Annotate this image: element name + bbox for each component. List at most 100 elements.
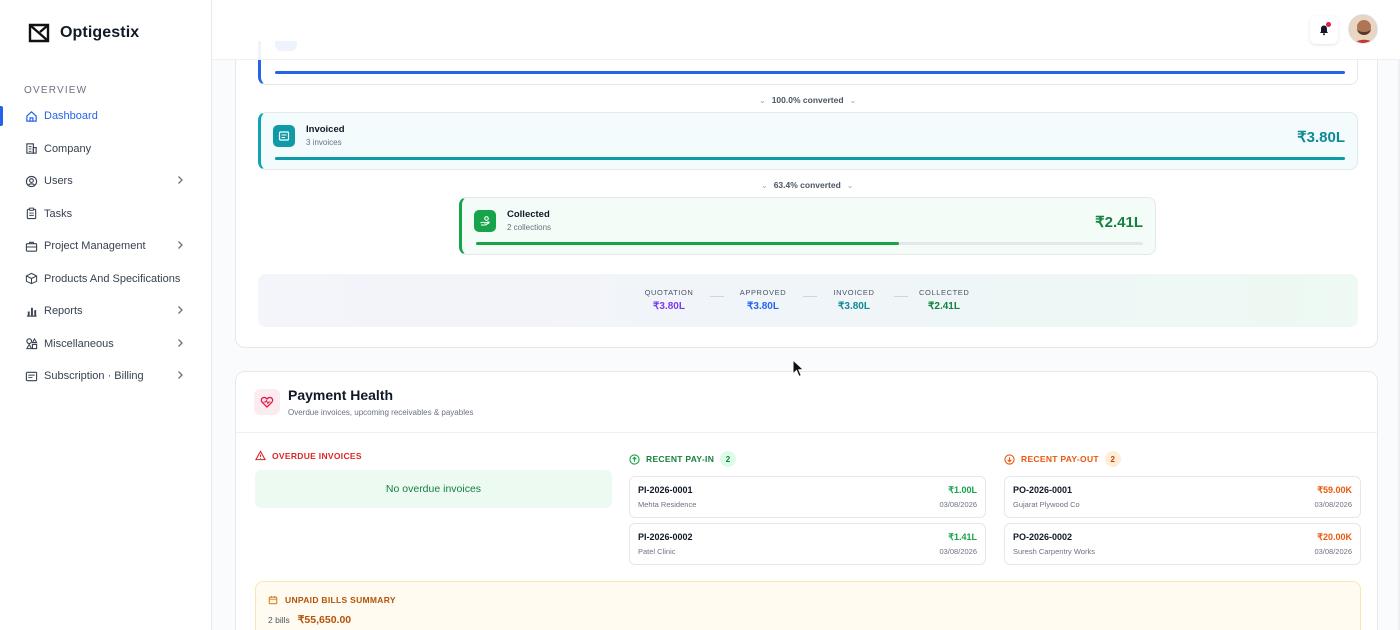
summary-quotation: QUOTATION ₹3.80L [644,288,694,312]
payout-date: 03/08/2026 [1314,500,1352,509]
sidebar-item-label: Project Management [44,240,146,253]
payin-count-badge: 2 [720,451,737,467]
unpaid-amount: ₹55,650.00 [297,614,352,626]
clipboard-icon [24,207,38,221]
sidebar-item-subscription-billing[interactable]: Subscription · Billing [0,360,211,393]
payout-amount: ₹20.00K [1317,532,1352,542]
payin-date: 03/08/2026 [939,500,977,509]
sidebar-item-label: Company [44,142,92,155]
sidebar-item-users[interactable]: Users [0,165,211,198]
summary-invoiced: INVOICED ₹3.80L [829,288,879,312]
summary-value: ₹2.41L [928,301,960,312]
payin-item[interactable]: PI-2026-0002 Patel Clinic ₹1.41L 03/08/2… [629,523,986,565]
payout-id: PO-2026-0001 [1013,485,1073,495]
receipt-icon [24,369,38,383]
stage-value: ₹2.41L [1095,214,1143,231]
sidebar-item-reports[interactable]: Reports [0,295,211,328]
collected-progress-fill [476,242,899,245]
arrow-icon [894,296,908,297]
chevron-right-icon [178,176,183,184]
invoiced-progress-track [275,157,1345,160]
sidebar-item-label: Products And Specifications [44,272,181,285]
unpaid-header: UNPAID BILLS SUMMARY [268,595,396,605]
conversion-text: 63.4% converted [773,180,841,190]
sidebar: Optigestix OVERVIEW Dashboard Company Us… [0,0,212,630]
summary-label: APPROVED [739,288,787,297]
calendar-icon [268,596,278,605]
payin-id: PI-2026-0001 [638,485,693,495]
payin-item[interactable]: PI-2026-0001 Mehta Residence ₹1.00L 03/0… [629,476,986,518]
box-icon [24,272,38,286]
logo-icon [28,23,50,43]
payout-item[interactable]: PO-2026-0001 Gujarat Plywood Co ₹59.00K … [1004,476,1361,518]
briefcase-icon [24,239,38,253]
brand[interactable]: Optigestix [28,22,139,44]
sidebar-item-miscellaneous[interactable]: Miscellaneous [0,328,211,361]
unpaid-bill-count: 2 bills [268,615,290,625]
chevron-down-icon: ⌄ [759,95,766,105]
sidebar-item-company[interactable]: Company [0,133,211,166]
home-icon [24,109,38,123]
stage-value: ₹3.80L [1297,129,1345,146]
sidebar-item-label: Reports [44,305,83,318]
unpaid-bills-summary[interactable]: UNPAID BILLS SUMMARY 2 bills ₹55,650.00 [255,581,1361,630]
summary-value: ₹3.80L [653,301,685,312]
collection-icon [474,210,496,232]
payout-id: PO-2026-0002 [1013,532,1073,542]
funnel-summary-strip: QUOTATION ₹3.80L APPROVED ₹3.80L INVOICE… [258,274,1358,327]
payout-item[interactable]: PO-2026-0002 Suresh Carpentry Works ₹20.… [1004,523,1361,565]
sidebar-item-label: Tasks [44,207,73,220]
payin-party: Mehta Residence [638,500,697,509]
building-icon [24,142,38,156]
payout-party: Gujarat Plywood Co [1013,500,1080,509]
section-subtitle: Overdue invoices, upcoming receivables &… [288,408,474,417]
payin-date: 03/08/2026 [939,547,977,556]
bar-chart-icon [24,304,38,318]
sidebar-nav: Dashboard Company Users Tasks Project Ma… [0,100,211,393]
sidebar-item-products[interactable]: Products And Specifications [0,263,211,296]
payout-label: RECENT PAY-OUT [1021,454,1099,464]
payout-header: RECENT PAY-OUT 2 [1004,451,1121,467]
conversion-text: 100.0% converted [771,95,844,105]
invoiced-progress-fill [275,157,1345,160]
payment-health-card: Payment Health Overdue invoices, upcomin… [235,371,1378,630]
chevron-right-icon [178,306,183,314]
payout-count-badge: 2 [1104,451,1121,467]
summary-label: COLLECTED [919,288,970,297]
chevron-right-icon [178,371,183,379]
stage-subtitle: 2 collections [507,223,552,232]
avatar[interactable] [1348,14,1378,44]
sidebar-item-dashboard[interactable]: Dashboard [0,100,211,133]
summary-label: QUOTATION [644,288,694,297]
payout-party: Suresh Carpentry Works [1013,547,1095,556]
sidebar-item-tasks[interactable]: Tasks [0,198,211,231]
collected-progress-track [476,242,1143,245]
notification-button[interactable] [1310,16,1338,44]
chevron-down-icon: ⌄ [849,95,857,105]
payout-amount: ₹59.00K [1317,485,1352,495]
divider [236,432,1377,433]
summary-label: INVOICED [833,288,875,297]
sidebar-item-label: Miscellaneous [44,337,114,350]
payin-header: RECENT PAY-IN 2 [629,451,737,467]
sidebar-item-label: Subscription · Billing [44,370,144,383]
arrow-icon [803,296,817,297]
summary-value: ₹3.80L [747,301,779,312]
heart-pulse-icon [254,389,280,415]
unpaid-values: 2 bills ₹55,650.00 [268,614,351,626]
summary-collected: COLLECTED ₹2.41L [919,288,969,312]
stage-invoiced[interactable]: Invoiced 3 invoices ₹3.80L [258,112,1358,170]
overdue-label: OVERDUE INVOICES [272,450,362,461]
overdue-header: OVERDUE INVOICES [255,450,362,461]
sidebar-item-label: Users [44,175,73,188]
summary-value: ₹3.80L [838,301,870,312]
chevron-down-icon: ⌄ [846,180,854,190]
summary-approved: APPROVED ₹3.80L [738,288,788,312]
stage-collected[interactable]: Collected 2 collections ₹2.41L [459,197,1156,255]
payin-id: PI-2026-0002 [638,532,693,542]
payin-party: Patel Clinic [638,547,676,556]
stage-title: Invoiced [306,124,345,135]
conversion-rate-1: ⌄ 100.0% converted ⌄ [759,95,856,105]
payin-amount: ₹1.00L [948,485,977,495]
sidebar-item-project-management[interactable]: Project Management [0,230,211,263]
